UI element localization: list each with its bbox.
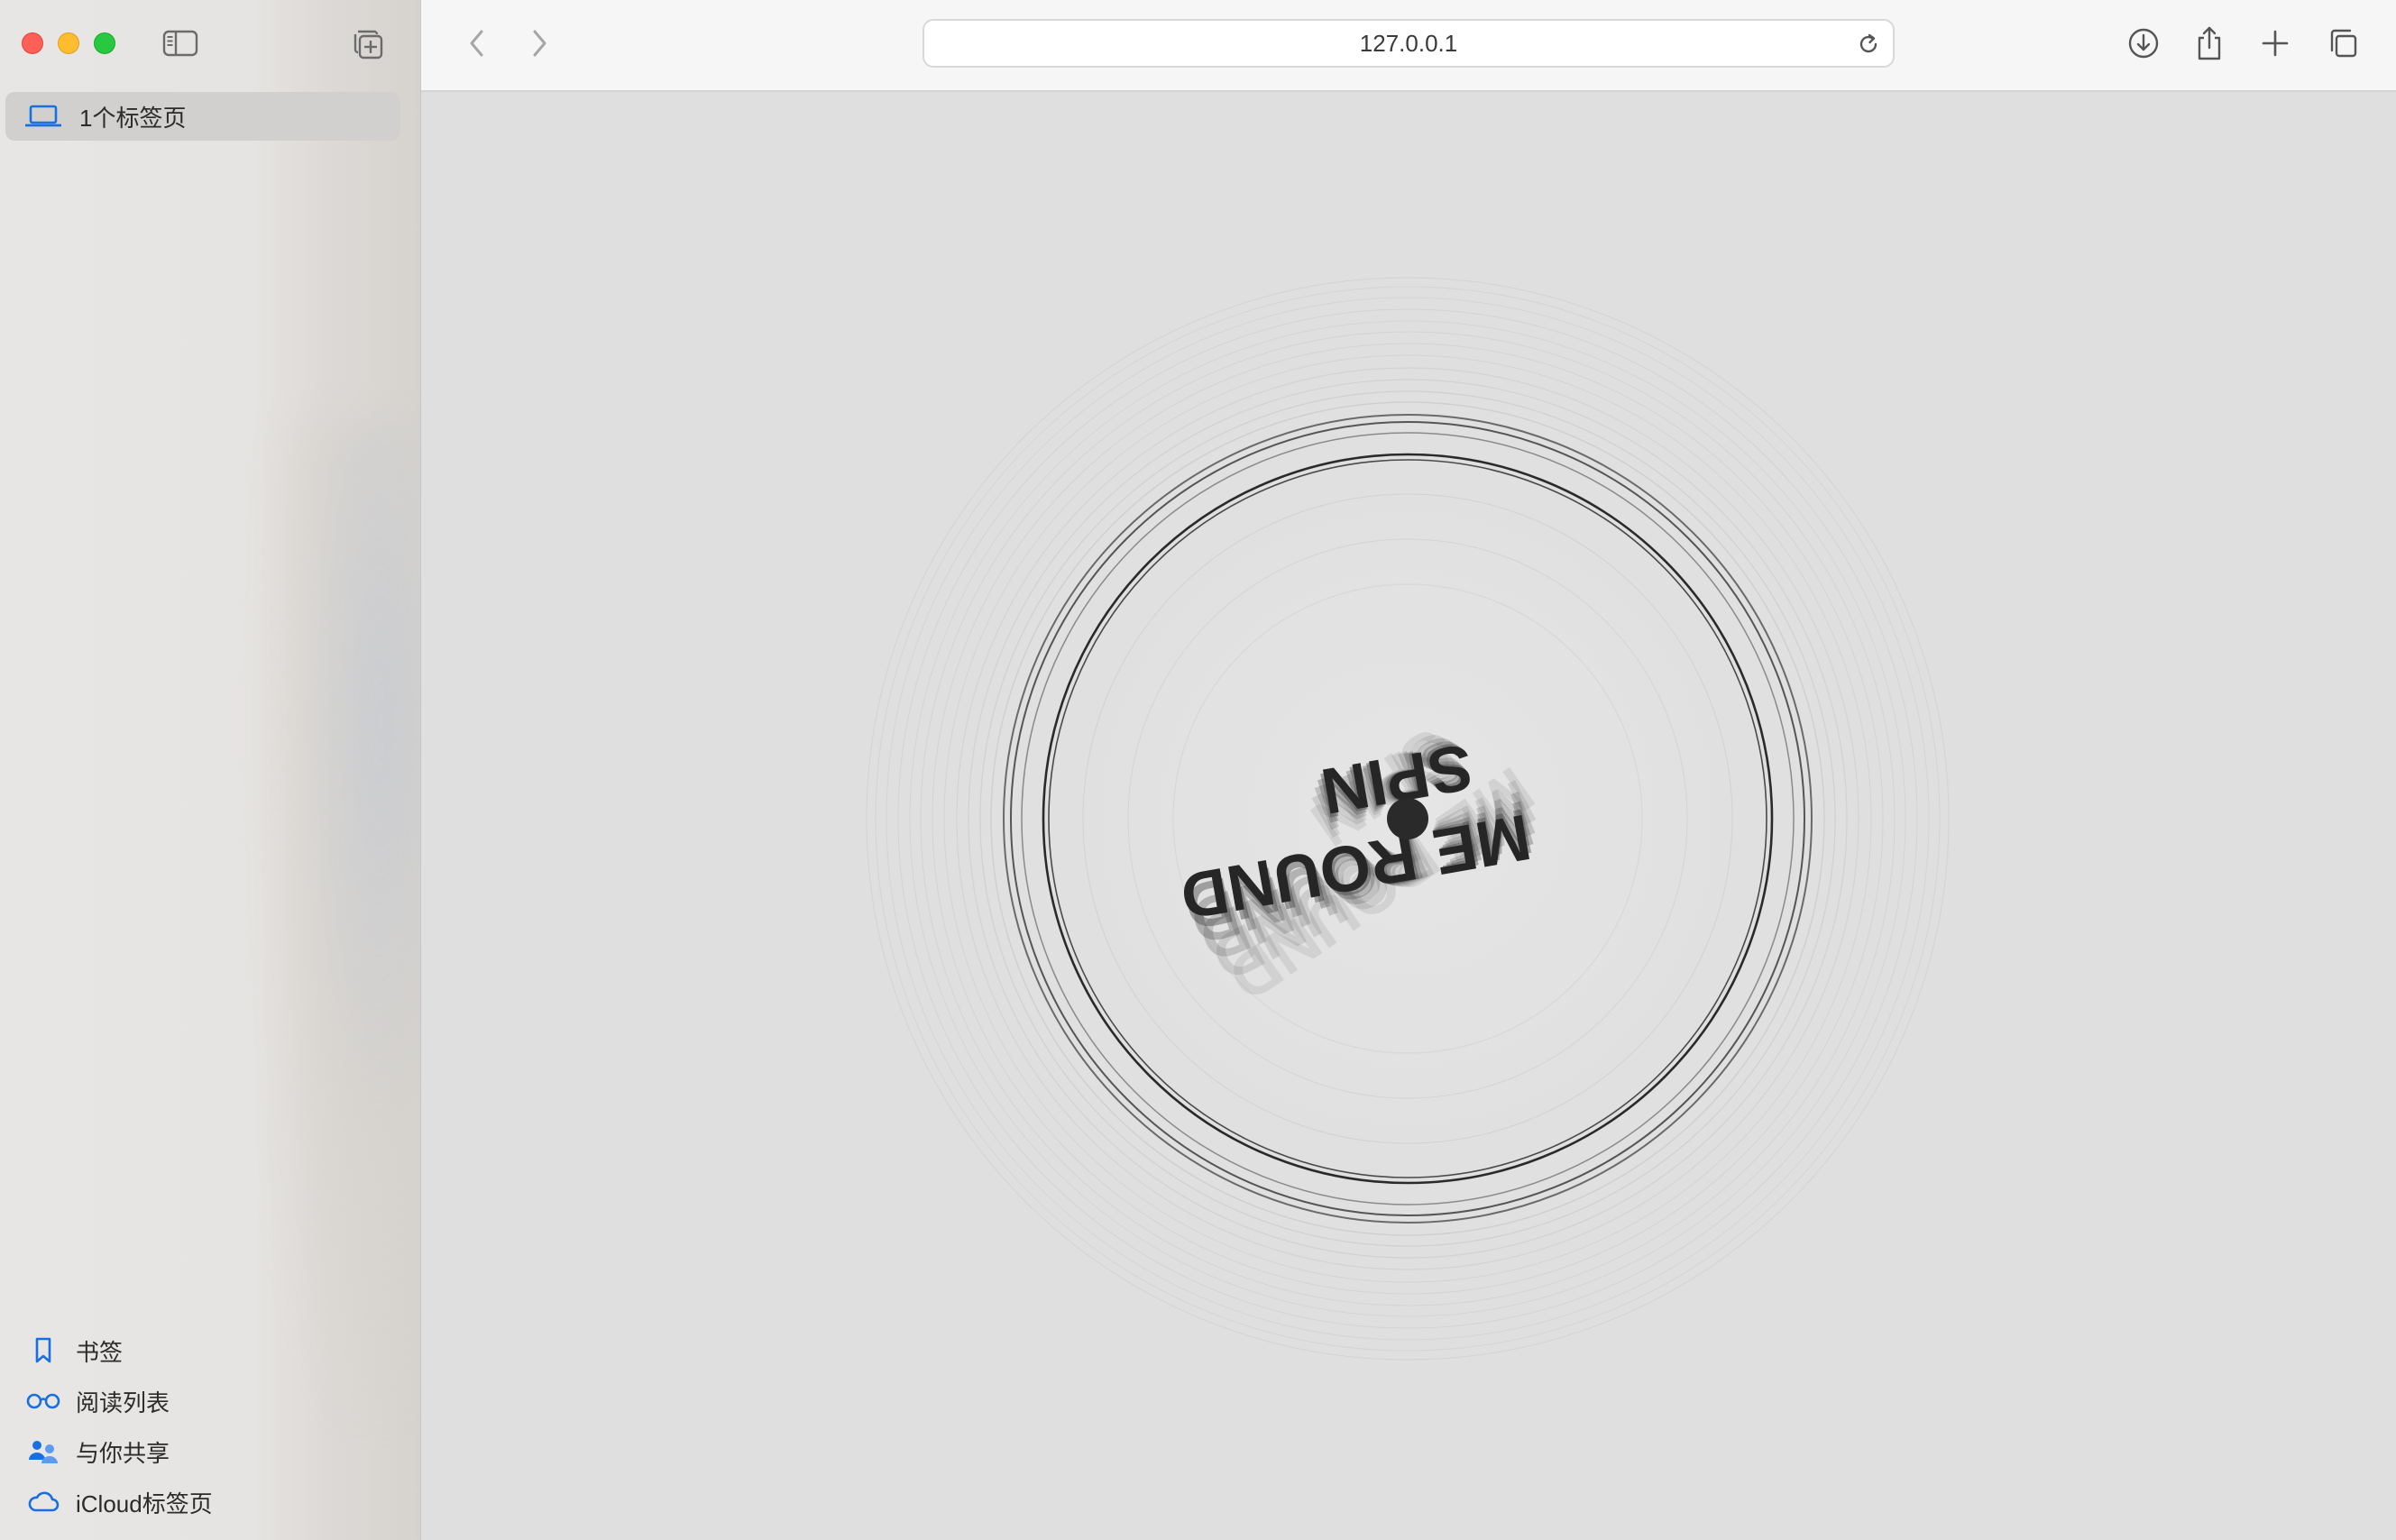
new-tab-button[interactable]	[2255, 23, 2295, 63]
sidebar-item-shared-with-you[interactable]: 与你共享	[0, 1429, 420, 1474]
downloads-button[interactable]	[2124, 23, 2163, 63]
cloud-icon	[23, 1490, 63, 1514]
glasses-icon	[23, 1391, 63, 1411]
bookmark-icon	[23, 1336, 63, 1365]
shared-people-icon	[23, 1438, 63, 1465]
address-url: 127.0.0.1	[1359, 29, 1458, 57]
address-bar[interactable]: 127.0.0.1	[923, 19, 1895, 68]
back-button[interactable]	[457, 23, 497, 63]
sidebar-item-bookmarks[interactable]: 书签	[0, 1328, 420, 1373]
sidebar-item-label: 阅读列表	[76, 1389, 170, 1416]
maximize-window-button[interactable]	[94, 32, 115, 54]
sidebar-item-icloud-tabs[interactable]: iCloud标签页	[0, 1480, 420, 1525]
sidebar-toggle-button[interactable]	[161, 25, 200, 61]
tab-overview-button[interactable]	[2322, 23, 2362, 63]
sidebar-item-label: 与你共享	[76, 1439, 170, 1467]
spin-canvas[interactable]: ME ROUND SPIN ME ROUND SPIN ME ROUND SPI…	[421, 92, 2396, 1540]
share-icon	[2198, 26, 2221, 60]
chevron-left-icon	[470, 30, 483, 57]
sidebar-item-label: iCloud标签页	[76, 1490, 213, 1517]
sidebar-item-tab-group[interactable]: 1个标签页	[5, 92, 400, 141]
sidebar: 1个标签页 书签 阅读列表 与你共享 iCloud标签页	[0, 0, 421, 1540]
chevron-right-icon	[533, 30, 546, 57]
tab-overview-icon	[2330, 29, 2357, 58]
reload-icon	[1859, 33, 1877, 53]
forward-button[interactable]	[519, 23, 559, 63]
plus-icon	[2262, 30, 2289, 57]
sidebar-toggle-icon	[162, 30, 198, 57]
sidebar-item-label: 1个标签页	[79, 104, 187, 132]
reload-button[interactable]	[1855, 31, 1882, 58]
center-dot[interactable]	[1387, 798, 1428, 839]
minimize-window-button[interactable]	[58, 32, 79, 54]
new-tab-group-icon	[353, 30, 383, 60]
page-content: ME ROUND SPIN ME ROUND SPIN ME ROUND SPI…	[421, 92, 2396, 1540]
browser-window: 1个标签页 书签 阅读列表 与你共享 iCloud标签页 127.0.0.1 M…	[0, 0, 2396, 1540]
sidebar-item-label: 书签	[76, 1338, 124, 1366]
sidebar-backdrop-blur	[262, 424, 420, 1416]
share-button[interactable]	[2189, 23, 2229, 63]
browser-toolbar: 127.0.0.1	[421, 0, 2396, 92]
download-icon	[2128, 28, 2159, 59]
new-tab-group-button[interactable]	[348, 25, 388, 61]
close-window-button[interactable]	[22, 32, 43, 54]
sidebar-item-reading-list[interactable]: 阅读列表	[0, 1379, 420, 1424]
laptop-icon	[25, 103, 61, 130]
